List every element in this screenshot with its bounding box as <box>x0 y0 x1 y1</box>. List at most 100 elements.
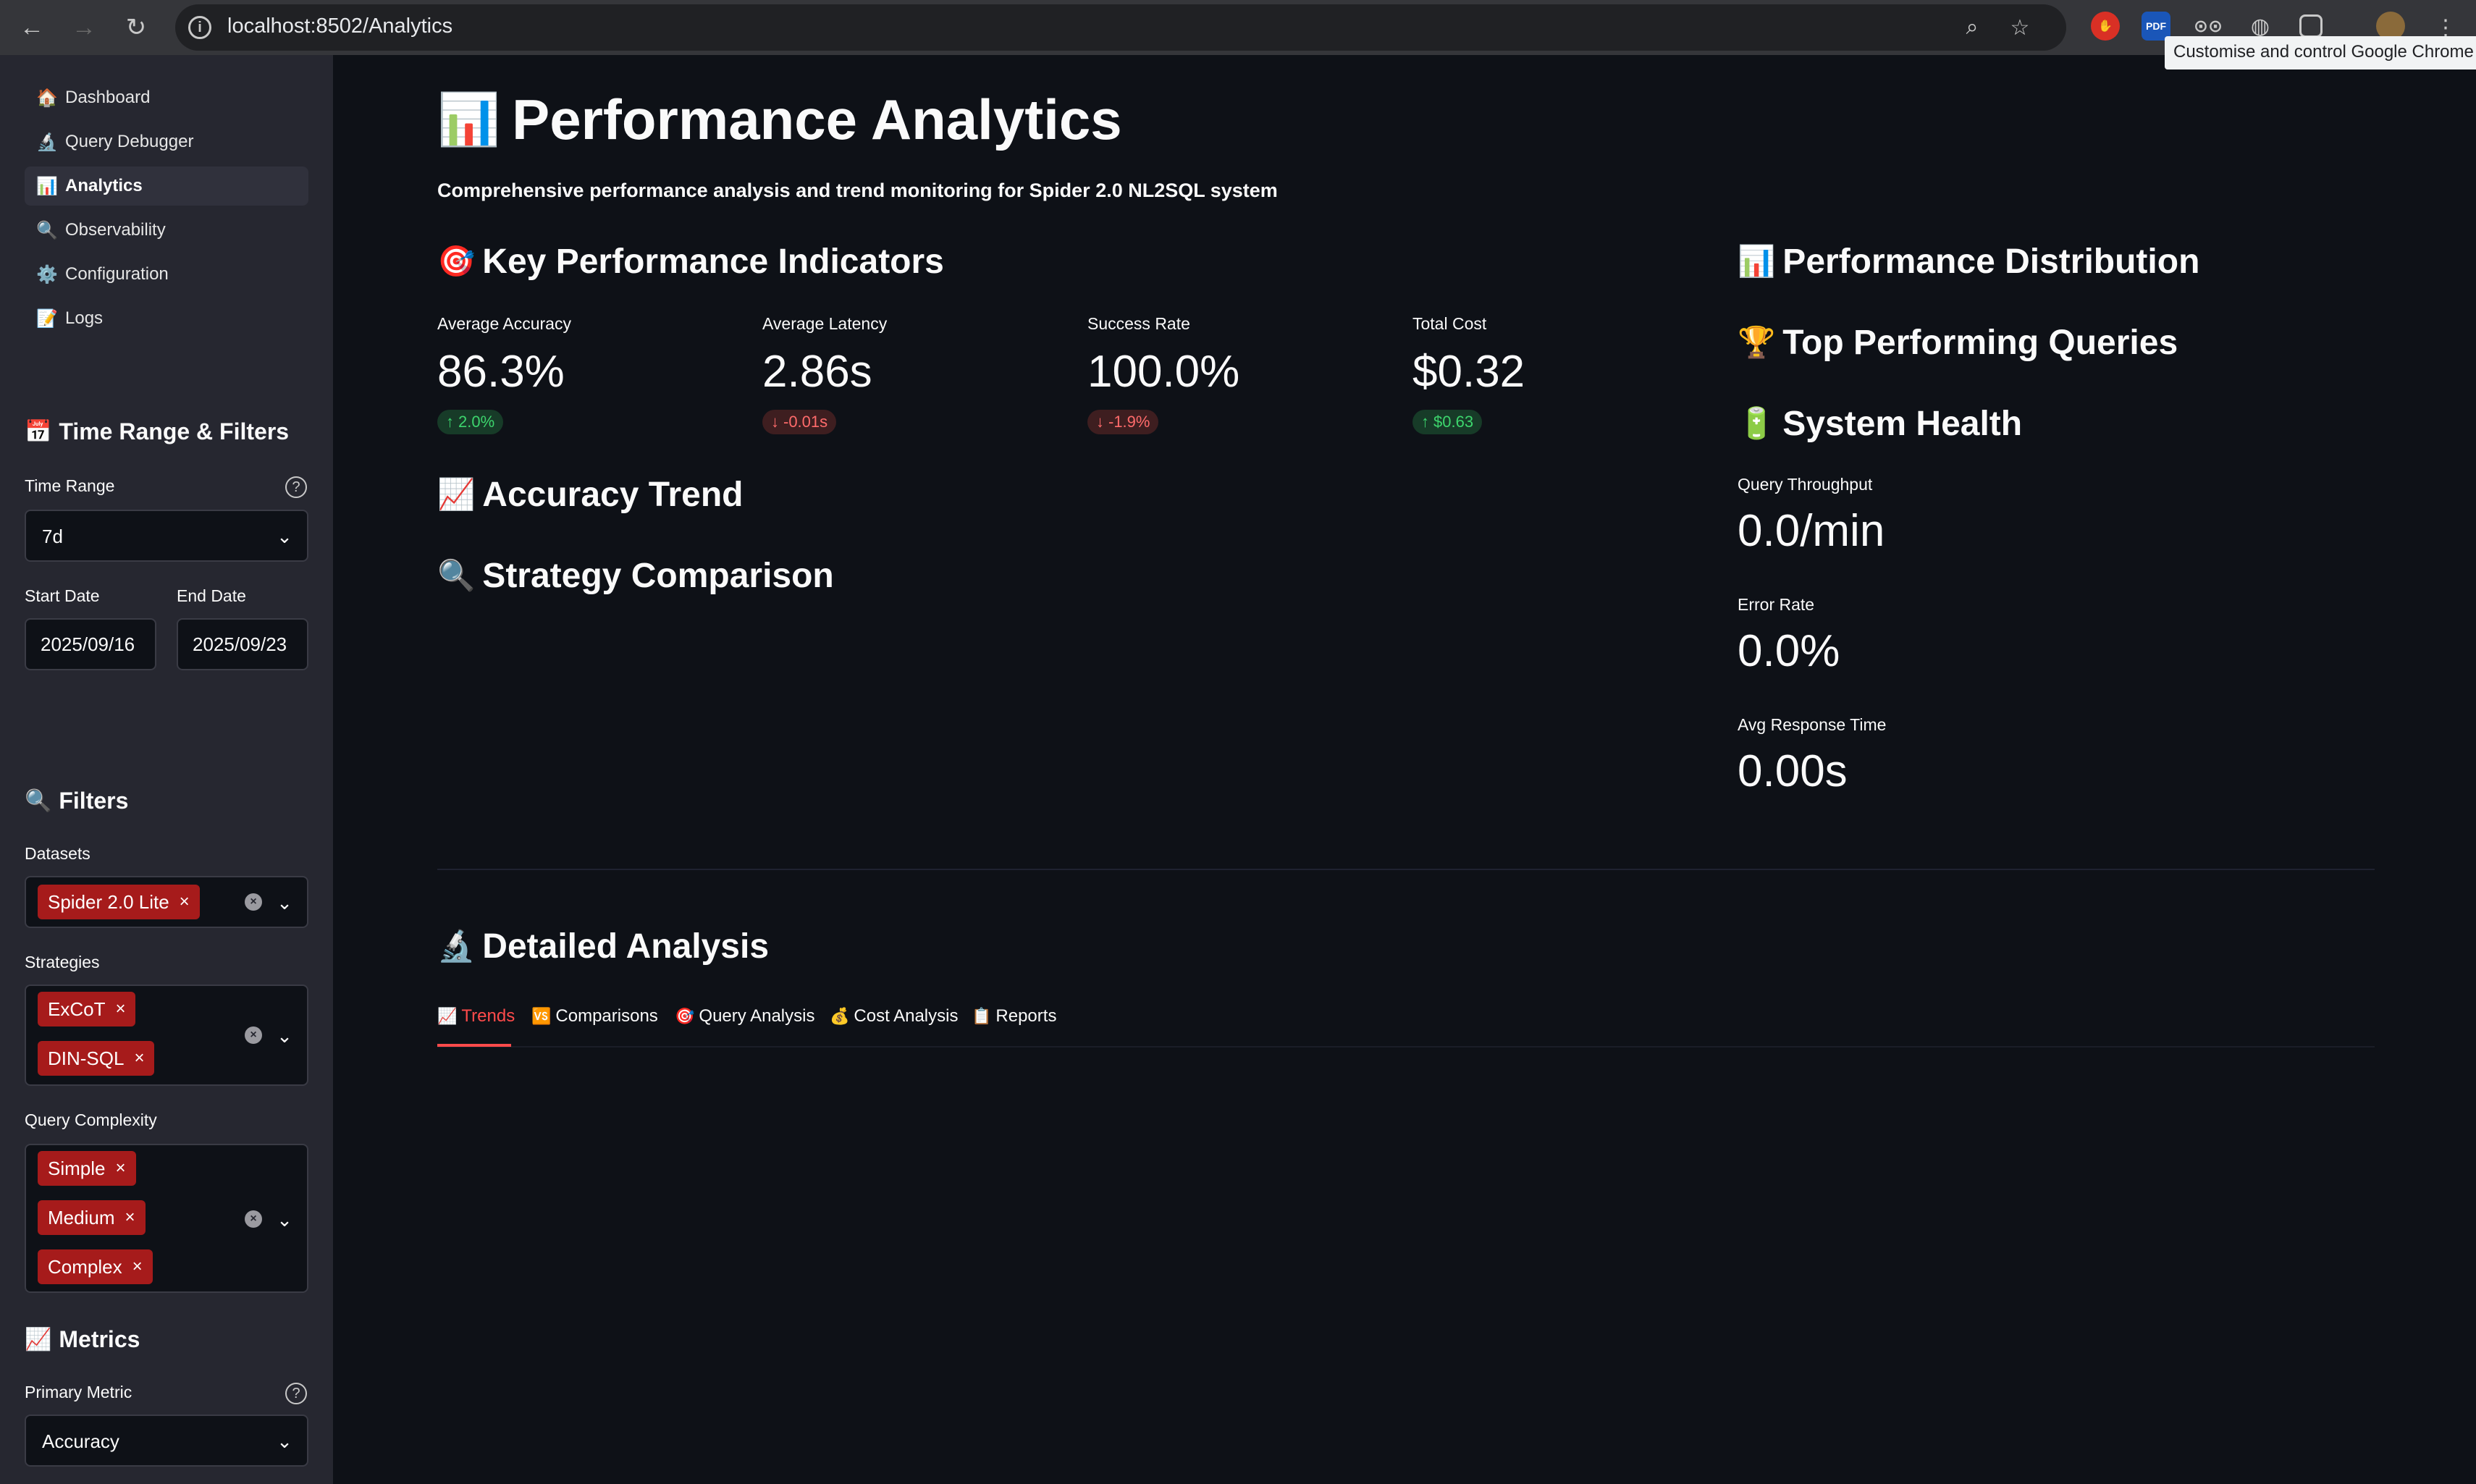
tag-chip[interactable]: ExCoT × <box>38 992 136 1026</box>
tab-label: Trends <box>461 1006 515 1026</box>
trophy-icon: 🏆 <box>1738 325 1776 359</box>
forward-icon[interactable]: → <box>67 10 101 45</box>
tab-label: Reports <box>995 1006 1057 1026</box>
health-label: Error Rate <box>1738 595 1815 614</box>
remove-tag-icon[interactable]: × <box>115 1158 125 1179</box>
memo-icon: 📝 <box>36 308 58 329</box>
chevron-down-icon[interactable]: ⌄ <box>275 1209 294 1231</box>
strategies-label: Strategies <box>25 953 100 971</box>
reload-icon[interactable]: ↻ <box>119 10 153 45</box>
bar-chart-icon: 📊 <box>1738 244 1776 278</box>
target-icon: 🎯 <box>437 244 476 278</box>
divider <box>437 869 2375 870</box>
calendar-icon: 📅 <box>25 420 52 444</box>
tab-comparisons[interactable]: 🆚 Comparisons <box>531 1006 658 1026</box>
heading-text: Metrics <box>59 1326 140 1352</box>
sidebar-item-analytics[interactable]: 📊 Analytics <box>25 166 308 206</box>
kpi-value: $0.32 <box>1412 347 1525 397</box>
chevron-down-icon[interactable]: ⌄ <box>275 1025 294 1047</box>
puzzle-extensions-icon[interactable] <box>2299 14 2323 38</box>
tab-cost-analysis[interactable]: 💰 Cost Analysis <box>830 1006 958 1026</box>
site-info-icon[interactable]: i <box>188 16 211 39</box>
health-label: Avg Response Time <box>1738 715 1887 734</box>
page-title: 📊 Performance Analytics <box>437 87 1122 153</box>
kpi-value: 86.3% <box>437 347 565 397</box>
remove-tag-icon[interactable]: × <box>115 999 125 1019</box>
back-icon[interactable]: ← <box>14 10 49 45</box>
arrow-up-icon: ↑ <box>1421 413 1429 431</box>
system-health-heading: 🔋 System Health <box>1738 404 2022 444</box>
arrow-down-icon: ↓ <box>1096 413 1104 431</box>
kpi-label: Success Rate <box>1087 314 1190 333</box>
hand-extension-icon[interactable]: ✋ <box>2091 12 2120 41</box>
bar-chart-icon: 📊 <box>437 90 501 148</box>
tag-chip[interactable]: Complex × <box>38 1249 153 1284</box>
query-complexity-multiselect[interactable]: Simple × Medium × Complex × × ⌄ <box>25 1144 308 1293</box>
tab-bar-rule <box>437 1046 2375 1047</box>
kpi-delta-badge: ↑ 2.0% <box>437 410 504 434</box>
select-value: Accuracy <box>42 1430 119 1452</box>
tag-chip[interactable]: DIN-SQL × <box>38 1041 155 1076</box>
zoom-icon[interactable]: ⌕ <box>1959 14 1985 41</box>
sidebar: 🏠 Dashboard 🔬 Query Debugger 📊 Analytics… <box>0 55 333 1484</box>
tab-label: Query Analysis <box>699 1006 815 1026</box>
bookmark-star-icon[interactable]: ☆ <box>2007 14 2033 41</box>
sidebar-item-query-debugger[interactable]: 🔬 Query Debugger <box>25 122 308 161</box>
tag-chip[interactable]: Spider 2.0 Lite × <box>38 885 200 919</box>
sidebar-item-dashboard[interactable]: 🏠 Dashboard <box>25 78 308 117</box>
tab-trends[interactable]: 📈 Trends <box>437 1006 515 1026</box>
page-title-text: Performance Analytics <box>512 88 1122 151</box>
accuracy-trend-heading: 📈 Accuracy Trend <box>437 475 743 515</box>
kpi-label: Average Accuracy <box>437 314 571 333</box>
top-queries-heading: 🏆 Top Performing Queries <box>1738 323 2178 363</box>
microscope-icon: 🔬 <box>36 132 58 152</box>
chevron-down-icon: ⌄ <box>277 1430 292 1452</box>
start-date-input[interactable]: 2025/09/16 <box>25 618 156 670</box>
select-value: 7d <box>42 526 63 547</box>
primary-metric-label: Primary Metric <box>25 1383 132 1401</box>
kpi-value: 2.86s <box>762 347 872 397</box>
filters-heading: 🔍 Filters <box>25 788 128 814</box>
heading-text: Strategy Comparison <box>482 557 834 595</box>
strategies-multiselect[interactable]: ExCoT × DIN-SQL × × ⌄ <box>25 985 308 1086</box>
sidebar-item-logs[interactable]: 📝 Logs <box>25 299 308 338</box>
clear-all-icon[interactable]: × <box>245 893 262 911</box>
health-value: 0.0% <box>1738 626 1840 676</box>
sidebar-item-observability[interactable]: 🔍 Observability <box>25 211 308 250</box>
tab-reports[interactable]: 📋 Reports <box>972 1006 1056 1026</box>
vs-icon: 🆚 <box>531 1007 552 1025</box>
tag-label: ExCoT <box>48 998 106 1020</box>
sidebar-item-configuration[interactable]: ⚙️ Configuration <box>25 255 308 294</box>
remove-tag-icon[interactable]: × <box>132 1257 143 1277</box>
address-bar[interactable]: i localhost:8502/Analytics ⌕ ☆ <box>175 4 2066 51</box>
magnifier-icon: 🔍 <box>25 789 52 813</box>
pdf-badge-text: PDF <box>2146 20 2166 32</box>
tab-query-analysis[interactable]: 🎯 Query Analysis <box>675 1006 814 1026</box>
arrow-up-icon: ↑ <box>446 413 454 431</box>
chevron-down-icon[interactable]: ⌄ <box>275 892 294 914</box>
target-icon: 🎯 <box>675 1007 695 1025</box>
tag-chip[interactable]: Simple × <box>38 1151 136 1186</box>
help-icon[interactable]: ? <box>285 1383 307 1404</box>
tab-label: Cost Analysis <box>854 1006 959 1026</box>
end-date-input[interactable]: 2025/09/23 <box>177 618 308 670</box>
url-text[interactable]: localhost:8502/Analytics <box>227 14 452 38</box>
remove-tag-icon[interactable]: × <box>125 1207 135 1228</box>
clear-all-icon[interactable]: × <box>245 1026 262 1044</box>
arrow-down-icon: ↓ <box>771 413 779 431</box>
clipboard-icon: 📋 <box>972 1007 992 1025</box>
primary-metric-select[interactable]: Accuracy ⌄ <box>25 1415 308 1467</box>
battery-icon: 🔋 <box>1738 406 1776 440</box>
tag-chip[interactable]: Medium × <box>38 1200 146 1235</box>
remove-tag-icon[interactable]: × <box>134 1048 144 1068</box>
time-range-select[interactable]: 7d ⌄ <box>25 510 308 562</box>
help-icon[interactable]: ? <box>285 476 307 498</box>
kpi-delta-badge: ↓ -0.01s <box>762 410 837 434</box>
bar-chart-icon: 📊 <box>36 176 58 196</box>
remove-tag-icon[interactable]: × <box>180 892 190 912</box>
end-date-label: End Date <box>177 586 246 605</box>
clear-all-icon[interactable]: × <box>245 1210 262 1228</box>
heading-text: Key Performance Indicators <box>482 243 944 281</box>
time-range-heading: 📅 Time Range & Filters <box>25 418 289 445</box>
datasets-multiselect[interactable]: Spider 2.0 Lite × × ⌄ <box>25 876 308 928</box>
